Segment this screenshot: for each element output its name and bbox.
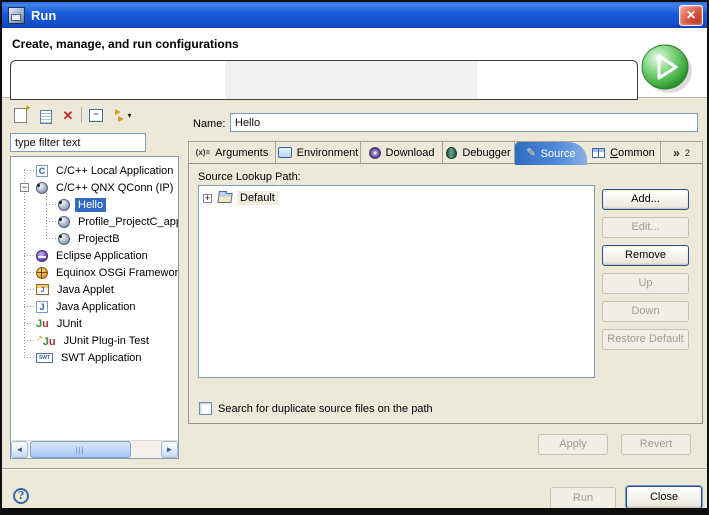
tree-item-java-application[interactable]: J Java Application (11, 298, 178, 315)
filter-configurations-button[interactable]: ▾ (110, 107, 136, 124)
arguments-icon: (x)= (196, 148, 210, 157)
equinox-framework-icon (36, 267, 48, 279)
delete-configuration-button[interactable]: ✕ (59, 107, 77, 124)
up-button[interactable]: Up (602, 273, 689, 294)
help-icon: ? (18, 489, 24, 502)
restore-default-button[interactable]: Restore Default (602, 329, 689, 350)
common-table-icon (592, 148, 605, 158)
source-pencil-icon: ✎ (526, 148, 535, 159)
tab-source[interactable]: ✎ Source (515, 142, 587, 165)
expand-expander-icon[interactable]: + (203, 194, 212, 203)
tree-item-eclipse-application[interactable]: Eclipse Application (11, 247, 178, 264)
download-icon (369, 147, 381, 159)
name-label: Name: (193, 118, 225, 130)
source-lookup-list[interactable]: + Default (198, 185, 595, 378)
swt-application-icon: SWT (36, 353, 53, 363)
window-bottom-edge (2, 508, 707, 515)
banner-title: Create, manage, and run configurations (12, 37, 239, 51)
duplicate-sources-checkbox-label: Search for duplicate source files on the… (218, 403, 433, 415)
help-button[interactable]: ? (13, 488, 29, 504)
collapse-expander-icon[interactable]: − (20, 183, 29, 192)
close-window-button[interactable]: ✕ (679, 5, 703, 26)
tab-common[interactable]: Common (587, 142, 661, 163)
c-application-icon: C (36, 165, 48, 177)
tree-horizontal-scrollbar[interactable]: ◄ ► (11, 440, 178, 458)
duplicate-configuration-button[interactable] (35, 107, 53, 124)
scroll-right-button[interactable]: ► (161, 441, 178, 458)
apply-button[interactable]: Apply (538, 434, 608, 455)
debugger-icon (446, 147, 457, 159)
configurations-tree: C C/C++ Local Application − C/C++ QNX QC… (10, 156, 179, 459)
collapse-all-icon: − (89, 109, 103, 122)
scroll-left-button[interactable]: ◄ (11, 441, 28, 458)
edit-button[interactable]: Edit... (602, 217, 689, 238)
duplicate-icon (40, 110, 52, 124)
dialog-icon (8, 7, 25, 24)
left-arrow-icon: ◄ (16, 445, 24, 454)
filter-input[interactable] (10, 133, 146, 152)
toolbar-separator (81, 107, 82, 123)
run-dialog: Run ✕ Create, manage, and run configurat… (0, 0, 709, 515)
java-application-icon: J (36, 301, 48, 313)
tree-item-swt-application[interactable]: SWT SWT Application (11, 349, 178, 366)
right-arrow-icon: ► (166, 445, 174, 454)
java-applet-icon: J (36, 284, 49, 295)
tree-item-equinox-osgi[interactable]: Equinox OSGi Framework (11, 264, 178, 281)
footer-divider (2, 468, 707, 470)
qnx-target-icon (58, 199, 70, 211)
tab-download[interactable]: Download (361, 142, 443, 163)
add-button[interactable]: Add... (602, 189, 689, 210)
tab-common-label: Common (610, 147, 655, 159)
banner-message-area (10, 60, 638, 100)
close-button[interactable]: Close (626, 486, 702, 509)
tree-item-junit[interactable]: Ju JUnit (11, 315, 178, 332)
dropdown-arrow-icon: ▾ (127, 111, 131, 120)
default-source-container-row[interactable]: + Default (203, 190, 278, 206)
tree-item-java-applet[interactable]: J Java Applet (11, 281, 178, 298)
tab-debugger[interactable]: Debugger (443, 142, 515, 163)
tab-overflow[interactable]: » 2 (661, 142, 702, 163)
eclipse-application-icon (36, 250, 48, 262)
source-lookup-path-label: Source Lookup Path: (198, 171, 301, 183)
new-configuration-button[interactable]: ✦ (11, 107, 29, 124)
collapse-all-button[interactable]: − (87, 107, 105, 124)
banner: Create, manage, and run configurations (2, 28, 707, 98)
duplicate-sources-checkbox[interactable] (199, 402, 212, 415)
tree-item-junit-plugin-test[interactable]: ↗Ju JUnit Plug-in Test (11, 332, 178, 349)
thumb-grip-icon (76, 447, 85, 454)
tab-arguments[interactable]: (x)= Arguments (189, 142, 276, 163)
remove-button[interactable]: Remove (602, 245, 689, 266)
tree-item-hello[interactable]: Hello (11, 196, 178, 213)
banner-message-placeholder (225, 61, 477, 99)
folder-icon (217, 193, 232, 203)
qnx-target-icon (58, 233, 70, 245)
junit-icon: Ju (36, 318, 49, 330)
revert-button[interactable]: Revert (621, 434, 691, 455)
junit-plugin-icon: ↗Ju (36, 334, 56, 348)
tab-bar: (x)= Arguments Environment Download Debu… (188, 141, 703, 163)
scrollbar-thumb[interactable] (30, 441, 131, 458)
environment-icon (278, 147, 292, 158)
tab-environment[interactable]: Environment (276, 142, 361, 163)
window-title: Run (31, 8, 56, 23)
tree-item-cpp-qnx-qconn[interactable]: − C/C++ QNX QConn (IP) (11, 179, 178, 196)
new-configuration-icon: ✦ (14, 108, 27, 123)
run-button[interactable]: Run (550, 487, 616, 509)
qnx-target-icon (36, 182, 48, 194)
qnx-target-icon (58, 216, 70, 228)
tree-item-projectb[interactable]: ProjectB (11, 230, 178, 247)
name-input[interactable] (230, 113, 698, 132)
overflow-count: 2 (685, 148, 690, 158)
tree-item-profile-projectc[interactable]: Profile_ProjectC_app (11, 213, 178, 230)
down-button[interactable]: Down (602, 301, 689, 322)
tree-item-cpp-local-application[interactable]: C C/C++ Local Application (11, 162, 178, 179)
run-banner-icon (639, 42, 693, 94)
overflow-chevron-icon: » (673, 148, 680, 158)
close-icon: ✕ (686, 8, 696, 22)
delete-icon: ✕ (63, 109, 74, 122)
default-item-label: Default (237, 191, 278, 205)
title-bar[interactable]: Run (2, 2, 707, 28)
filter-icon (114, 109, 127, 123)
